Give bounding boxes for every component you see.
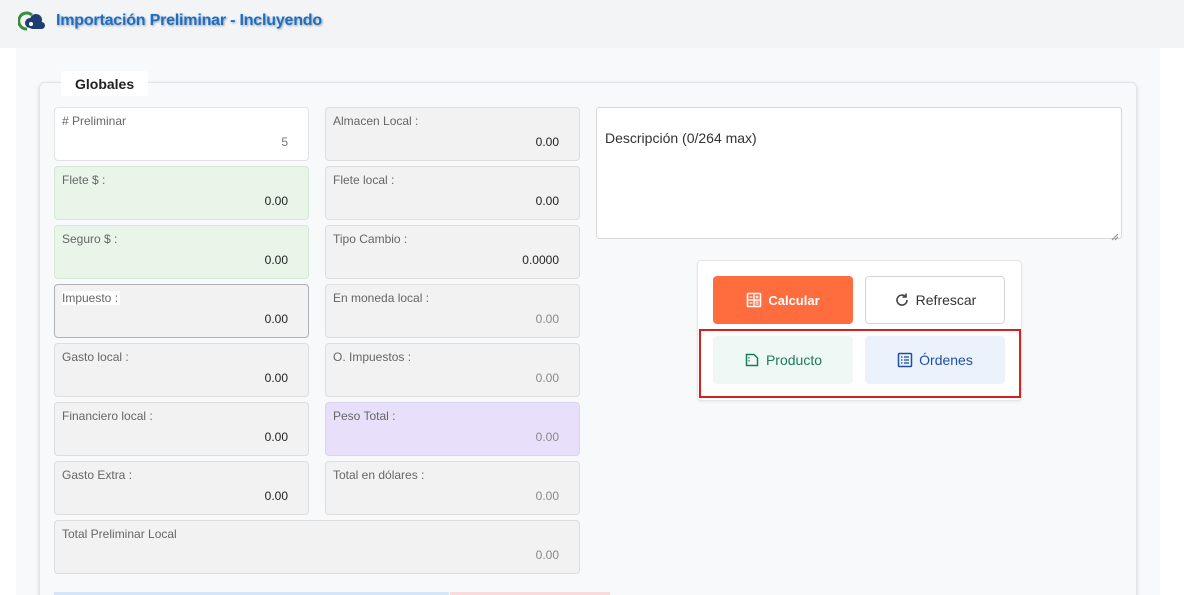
section-title: Globales [61,71,148,96]
total-dolares-field: Total en dólares : 0.00 [325,461,580,515]
field-value: 0.00 [264,194,288,208]
field-label: Tipo Cambio : [333,232,408,246]
o-impuestos-field: O. Impuestos : 0.00 [325,343,580,397]
refrescar-label: Refrescar [915,292,977,308]
field-value: 0.00 [535,135,559,149]
field-value: 0.00 [535,430,559,444]
calcular-button[interactable]: Calcular [713,276,853,324]
gasto-extra-field[interactable]: Gasto Extra : 0.00 [54,461,309,515]
field-label: Gasto Extra : [62,468,133,482]
field-value: 0.00 [535,371,559,385]
almacen-local-field[interactable]: Almacen Local : 0.00 [325,107,580,161]
calcular-label: Calcular [768,292,820,308]
preliminar-field[interactable]: # Preliminar 5 [54,107,309,161]
field-label: Total Preliminar Local [62,527,177,541]
field-value: 0.00 [264,312,288,326]
gasto-local-field[interactable]: Gasto local : 0.00 [54,343,309,397]
field-value: 0.00 [535,489,559,503]
field-label: Flete local : [333,173,395,187]
field-value: 0.00 [264,430,288,444]
description-placeholder: Descripción (0/264 max) [605,130,757,146]
field-label: O. Impuestos : [333,350,412,364]
field-label: Total en dólares : [333,468,425,482]
field-value: 0.00 [535,312,559,326]
field-label: Gasto local : [62,350,129,364]
calculator-icon [747,292,762,308]
field-value: 5 [281,135,288,149]
seguro-usd-field[interactable]: Seguro $ : 0.00 [54,225,309,279]
tipo-cambio-field[interactable]: Tipo Cambio : 0.0000 [325,225,580,279]
field-value: 0.00 [535,548,559,562]
refresh-icon [895,293,908,306]
field-value: 0.00 [264,371,288,385]
field-label: Seguro $ : [62,232,118,246]
field-label: Financiero local : [62,409,153,423]
flete-local-field[interactable]: Flete local : 0.00 [325,166,580,220]
refrescar-button[interactable]: Refrescar [865,276,1005,324]
field-label: # Preliminar [62,114,127,128]
resize-grip-icon[interactable] [1111,228,1119,241]
highlight-box [699,329,1021,398]
field-label: Impuesto : [62,291,121,305]
field-value: 0.00 [264,253,288,267]
total-preliminar-local-field: Total Preliminar Local 0.00 [54,520,580,574]
field-label: En moneda local : [333,291,430,305]
field-value: 0.00 [535,194,559,208]
top-bar: Importación Preliminar - Incluyendo [0,0,1184,48]
flete-usd-field[interactable]: Flete $ : 0.00 [54,166,309,220]
page-title: Importación Preliminar - Incluyendo [56,12,322,29]
field-value: 0.0000 [522,253,559,267]
financiero-local-field[interactable]: Financiero local : 0.00 [54,402,309,456]
description-textarea[interactable]: Descripción (0/264 max) [596,107,1122,241]
field-value: 0.00 [264,489,288,503]
impuesto-field[interactable]: Impuesto : 0.00 [54,284,309,338]
field-label: Almacen Local : [333,114,419,128]
en-moneda-local-field: En moneda local : 0.00 [325,284,580,338]
field-label: Peso Total : [333,409,396,423]
peso-total-field: Peso Total : 0.00 [325,402,580,456]
field-label: Flete $ : [62,173,106,187]
cloud-logo-icon [17,11,48,33]
